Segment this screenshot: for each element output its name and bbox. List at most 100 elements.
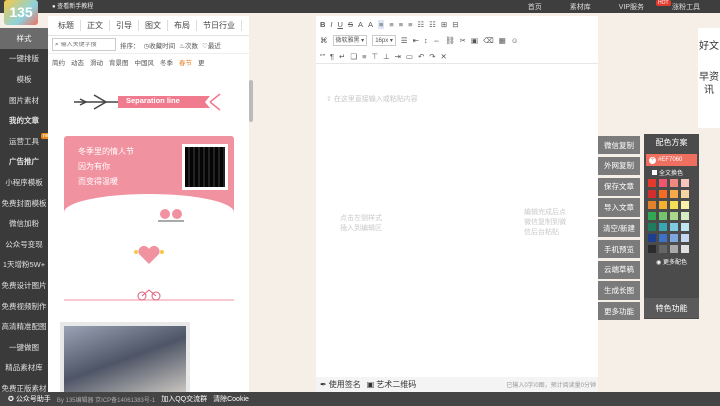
align-left-icon[interactable]: ☰	[401, 36, 408, 45]
color-swatch[interactable]	[659, 179, 667, 187]
color-swatch[interactable]	[659, 190, 667, 198]
insert-tool-button[interactable]: ▭	[406, 52, 413, 61]
wechat-assistant-link[interactable]: ✪ 公众号助手	[8, 394, 51, 404]
theme-filter-item[interactable]: 动态	[71, 57, 84, 67]
action-button[interactable]: 外网复制	[598, 156, 640, 175]
theme-filter-item[interactable]: 简约	[52, 57, 65, 67]
template-separation-line[interactable]: Separation line	[60, 84, 230, 120]
line-height-icon[interactable]: ↕	[424, 36, 428, 45]
nav-materials-link[interactable]: 素材库	[570, 2, 591, 12]
color-swatch[interactable]	[670, 234, 678, 242]
color-swatch[interactable]	[648, 234, 656, 242]
template-valentine-card[interactable]: 冬季里的情人节 因为有你 而变得温暖	[64, 136, 234, 216]
sidebar-item[interactable]: 样式	[0, 28, 48, 49]
color-swatch[interactable]	[659, 245, 667, 253]
theme-filter-item[interactable]: 冬季	[160, 57, 173, 67]
style-tab[interactable]: 标题	[52, 20, 81, 31]
sidebar-item[interactable]: 一键排版	[0, 49, 48, 70]
insert-tool-button[interactable]: ❏	[350, 52, 357, 61]
format-tool-button[interactable]: B	[320, 20, 325, 29]
style-tab[interactable]: 正文	[81, 20, 110, 31]
action-button[interactable]: 云端草稿	[598, 260, 640, 279]
indent-icon[interactable]: ⇤	[413, 36, 419, 45]
format-tool-button[interactable]: U	[338, 20, 343, 29]
color-swatch[interactable]	[681, 245, 689, 253]
color-swatch[interactable]	[648, 212, 656, 220]
color-swatch[interactable]	[659, 234, 667, 242]
style-tab[interactable]: 引导	[110, 20, 139, 31]
nav-vip-link[interactable]: VIP服务	[619, 2, 644, 12]
sidebar-item[interactable]: 运营工具new	[0, 131, 54, 152]
panel-scrollbar[interactable]	[249, 80, 253, 122]
sort-by-favorite-time[interactable]: ◷收藏时间	[144, 40, 176, 50]
emoji-icon[interactable]: ☺	[511, 36, 519, 45]
style-search-box[interactable]: ⌕	[52, 38, 116, 51]
apply-all-checkbox[interactable]: 全文换色	[644, 166, 699, 178]
action-button[interactable]: 更多功能	[598, 302, 640, 321]
insert-tool-button[interactable]: ↶	[418, 52, 424, 61]
sidebar-item[interactable]: 免费设计图片	[0, 275, 48, 296]
format-tool-button[interactable]: A	[358, 20, 363, 29]
link-icon[interactable]: ⛓	[445, 36, 455, 45]
color-swatch[interactable]	[648, 201, 656, 209]
template-photo-card[interactable]	[60, 322, 190, 392]
color-swatch[interactable]	[670, 201, 678, 209]
color-swatch[interactable]	[681, 223, 689, 231]
sidebar-item[interactable]: 图片素材	[0, 90, 48, 111]
align-tool-icon[interactable]: ≡	[408, 20, 412, 29]
tutorial-link[interactable]: ● 查看新手教程	[52, 1, 93, 10]
template-heart-divider[interactable]	[64, 240, 234, 270]
style-tab[interactable]: 图文	[139, 20, 168, 31]
sidebar-item[interactable]: 精品素材库	[0, 358, 48, 379]
table-icon[interactable]: ▦	[499, 36, 506, 45]
sort-by-recent[interactable]: ♡最近	[202, 40, 221, 50]
insert-tool-button[interactable]: ✕	[441, 52, 447, 61]
letter-spacing-icon[interactable]: ⇔	[433, 36, 441, 45]
insert-tool-button[interactable]: ⊤	[371, 52, 378, 61]
theme-filter-item[interactable]: 中国风	[135, 57, 155, 67]
align-tool-icon[interactable]: ☷	[418, 20, 425, 29]
sidebar-item[interactable]: 广告推广	[0, 152, 48, 173]
action-button[interactable]: 清空/新建	[598, 219, 640, 238]
style-tab[interactable]: 布局	[168, 20, 197, 31]
style-tab[interactable]: 节日行业	[197, 20, 242, 31]
app-logo[interactable]: 135	[4, 0, 38, 25]
image-icon[interactable]: ▣	[471, 36, 478, 45]
format-tool-button[interactable]: S	[348, 20, 353, 29]
sidebar-item[interactable]: 免费视频制作	[0, 296, 48, 317]
color-swatch[interactable]	[659, 223, 667, 231]
sidebar-item[interactable]: 模板	[0, 69, 48, 90]
sort-by-count[interactable]: ♨次数	[179, 40, 198, 50]
current-color-bar[interactable]: + #EF7060	[646, 154, 697, 166]
insert-tool-button[interactable]: ⇥	[395, 52, 401, 61]
align-tool-icon[interactable]: ☷	[429, 20, 436, 29]
color-swatch[interactable]	[681, 212, 689, 220]
format-tool-button[interactable]: I	[330, 20, 332, 29]
action-button[interactable]: 手机预览	[598, 239, 640, 259]
insert-tool-button[interactable]: ↵	[339, 52, 345, 61]
insert-tool-button[interactable]: “”	[320, 52, 325, 61]
feature-button[interactable]: 特色功能	[644, 298, 699, 318]
color-swatch[interactable]	[670, 223, 678, 231]
nav-growth-tools-link[interactable]: 涨粉工具	[672, 2, 700, 12]
color-swatch[interactable]	[670, 179, 678, 187]
color-swatch[interactable]	[670, 245, 678, 253]
source-code-icon[interactable]: ⌘	[320, 36, 328, 45]
action-button[interactable]: 保存文章	[598, 177, 640, 196]
color-swatch[interactable]	[670, 212, 678, 220]
insert-tool-button[interactable]: ≡	[362, 52, 366, 61]
color-swatch[interactable]	[648, 190, 656, 198]
action-button[interactable]: 微信复制	[598, 136, 640, 155]
nav-home-link[interactable]: 首页	[528, 2, 542, 12]
align-tool-icon[interactable]: ≡	[399, 20, 403, 29]
font-family-select[interactable]: 微软雅黑 ▾	[332, 34, 368, 46]
art-qrcode-button[interactable]: ▣ 艺术二维码	[367, 379, 417, 390]
sidebar-item[interactable]: 一键做图	[0, 337, 48, 358]
theme-filter-item[interactable]: 背景图	[109, 57, 129, 67]
align-tool-icon[interactable]: ⊟	[452, 20, 458, 29]
sidebar-item[interactable]: 1天增粉5W+	[0, 255, 48, 276]
color-swatch[interactable]	[648, 223, 656, 231]
news-side-tab[interactable]: 好文 早资讯	[698, 28, 720, 128]
sidebar-item[interactable]: 微信加粉	[0, 213, 48, 234]
align-tool-icon[interactable]: ≡	[389, 20, 393, 29]
